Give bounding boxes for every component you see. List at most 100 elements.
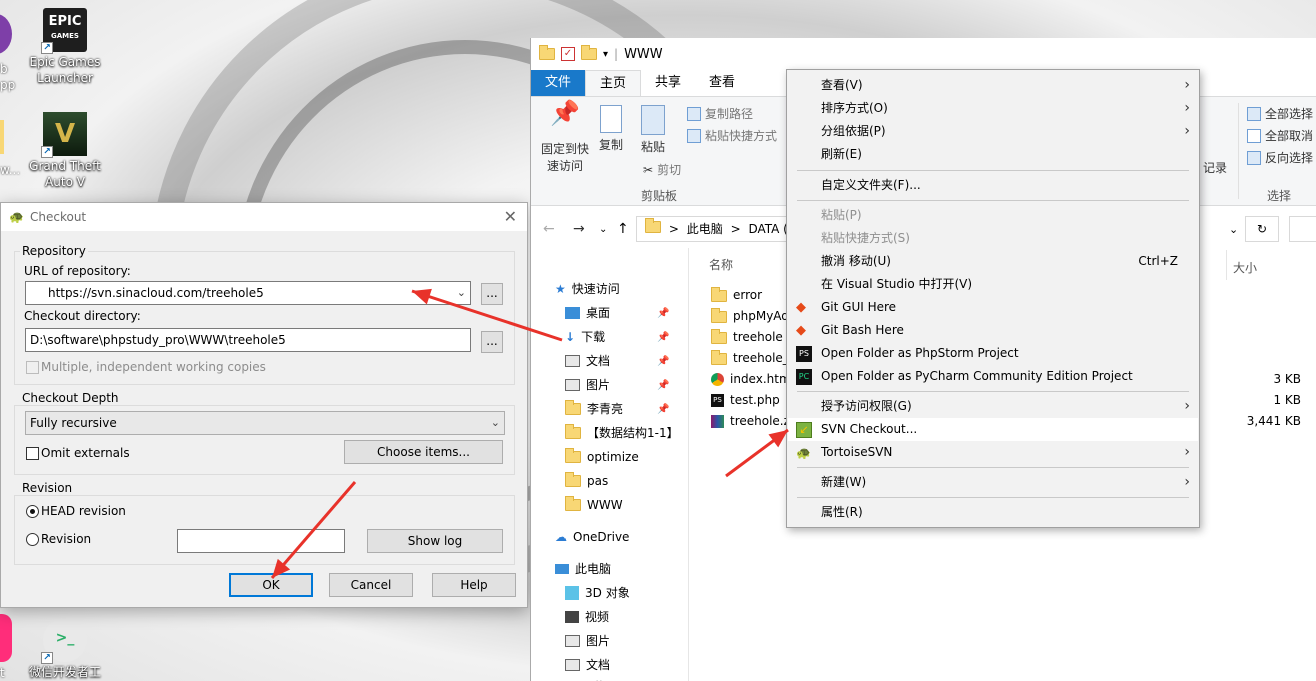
menu-item-svn-checkout[interactable]: ↙ SVN Checkout... — [788, 418, 1198, 441]
menu-item-paste[interactable]: 粘贴(P) — [788, 204, 1198, 227]
url-browse-button[interactable]: ... — [481, 283, 503, 305]
partial-app-icon[interactable] — [0, 614, 12, 662]
omit-externals-label: Omit externals — [41, 446, 130, 460]
nav-quick-access[interactable]: ★ 快速访问 — [555, 278, 620, 300]
invert-selection-icon — [1247, 150, 1261, 165]
menu-item-paste-shortcut[interactable]: 粘贴快捷方式(S) — [788, 227, 1198, 250]
ok-button[interactable]: OK — [229, 573, 313, 597]
menu-item-sort-by[interactable]: 排序方式(O) › — [788, 97, 1198, 120]
nav-item-pc-downloads[interactable]: ↓下载 — [565, 676, 605, 681]
copy-button[interactable]: 复制 — [595, 105, 627, 154]
tab-file[interactable]: 文件 — [531, 70, 586, 96]
menu-item-view[interactable]: 查看(V) › — [788, 74, 1198, 97]
list-item[interactable]: treehole — [711, 327, 783, 348]
tab-share[interactable]: 共享 — [641, 70, 695, 96]
search-box[interactable] — [1289, 216, 1316, 242]
url-combobox[interactable]: https://svn.sinacloud.com/treehole5 ⌄ — [25, 281, 471, 305]
chevron-down-icon[interactable]: ⌄ — [599, 224, 607, 235]
menu-item-undo-move[interactable]: 撤消 移动(U) Ctrl+Z — [788, 250, 1198, 273]
new-folder-icon[interactable] — [581, 45, 597, 60]
list-item[interactable]: PS test.php — [711, 390, 780, 411]
menu-item-new[interactable]: 新建(W) › — [788, 471, 1198, 494]
properties-icon[interactable]: ✓ — [561, 47, 575, 61]
invert-selection-button[interactable]: 反向选择 — [1247, 149, 1313, 166]
nav-this-pc[interactable]: 此电脑 — [555, 558, 611, 580]
cut-button[interactable]: ✂ 剪切 — [643, 161, 681, 178]
nav-item-folder[interactable]: optimize — [565, 446, 639, 468]
pane-splitter[interactable] — [688, 248, 689, 681]
column-header-name[interactable]: 名称 — [709, 256, 733, 273]
copy-path-button[interactable]: 复制路径 — [687, 105, 753, 122]
menu-item-properties[interactable]: 属性(R) — [788, 501, 1198, 524]
nav-item-folder[interactable]: pas — [565, 470, 608, 492]
menu-item-grant-access[interactable]: 授予访问权限(G) › — [788, 395, 1198, 418]
nav-item-pictures[interactable]: 图片 — [565, 374, 610, 396]
chevron-down-icon[interactable]: ⌄ — [491, 412, 500, 434]
nav-item-videos[interactable]: 视频 — [565, 606, 609, 628]
multiple-copies-checkbox[interactable] — [26, 361, 39, 374]
up-icon[interactable]: ↑ — [617, 221, 629, 237]
revision-radio[interactable] — [26, 533, 39, 546]
pin-quick-access-button[interactable]: 📌 固定到快 速访问 — [537, 101, 593, 175]
list-item[interactable]: treehole.z — [711, 411, 790, 432]
back-icon[interactable]: ← — [543, 221, 555, 237]
nav-item-folder[interactable]: 【数据结构1-1】 — [565, 422, 679, 444]
menu-item-refresh[interactable]: 刷新(E) — [788, 143, 1198, 166]
show-log-button[interactable]: Show log — [367, 529, 503, 553]
paste-button[interactable]: 粘贴 — [637, 105, 669, 156]
select-all-button[interactable]: 全部选择 — [1247, 105, 1313, 122]
nav-onedrive[interactable]: ☁ OneDrive — [555, 526, 629, 548]
nav-item-pc-pictures[interactable]: 图片 — [565, 630, 610, 652]
forward-icon[interactable]: → — [573, 221, 585, 237]
nav-item-folder[interactable]: 李青亮 — [565, 398, 623, 420]
chevron-down-icon[interactable]: ⌄ — [457, 282, 466, 304]
breadcrumb-this-pc[interactable]: 此电脑 — [687, 222, 723, 236]
list-item[interactable]: index.htm — [711, 369, 791, 390]
menu-item-pycharm[interactable]: PC Open Folder as PyCharm Community Editi… — [788, 365, 1198, 388]
menu-item-group-by[interactable]: 分组依据(P) › — [788, 120, 1198, 143]
address-dropdown-icon[interactable]: ⌄ — [1229, 223, 1238, 236]
nav-item-desktop[interactable]: 桌面 — [565, 302, 610, 324]
desktop-icon-gta[interactable]: V ↗ Grand Theft Auto V — [25, 112, 105, 190]
nav-item-downloads[interactable]: ↓ 下载 — [565, 326, 605, 348]
nav-item-documents[interactable]: 文档 — [565, 350, 610, 372]
list-item[interactable]: error — [711, 285, 762, 306]
revision-input[interactable] — [177, 529, 345, 553]
tortoisesvn-icon: 🐢 — [9, 210, 24, 224]
list-item[interactable]: phpMyAd — [711, 306, 789, 327]
help-button[interactable]: Help — [432, 573, 516, 597]
cancel-button[interactable]: Cancel — [329, 573, 413, 597]
quick-access-toolbar: ✓ ▾ | WWW — [531, 38, 1316, 70]
refresh-icon[interactable]: ↻ — [1245, 216, 1279, 242]
menu-item-customize-folder[interactable]: 自定义文件夹(F)... — [788, 174, 1198, 197]
nav-item-3d-objects[interactable]: 3D 对象 — [565, 582, 630, 604]
nav-item-folder[interactable]: WWW — [565, 494, 623, 516]
menu-item-phpstorm[interactable]: PS Open Folder as PhpStorm Project — [788, 342, 1198, 365]
qat-dropdown-icon[interactable]: ▾ — [603, 49, 608, 60]
omit-externals-checkbox[interactable] — [26, 447, 39, 460]
menu-item-git-bash[interactable]: ◆ Git Bash Here — [788, 319, 1198, 342]
partial-app-icon[interactable] — [0, 14, 12, 54]
choose-items-button[interactable]: Choose items... — [344, 440, 503, 464]
head-revision-radio[interactable] — [26, 505, 39, 518]
depth-dropdown[interactable]: Fully recursive ⌄ — [25, 411, 505, 435]
desktop-icon-wechat-devtools[interactable]: >_ ↗ 微信开发者工 — [25, 618, 105, 680]
list-item[interactable]: treehole_s — [711, 348, 795, 369]
history-button[interactable]: 记录 — [1203, 159, 1227, 176]
dir-browse-button[interactable]: ... — [481, 331, 503, 353]
desktop-icon-epic-games[interactable]: EPIC GAMES ↗ Epic Games Launcher — [25, 8, 105, 86]
partial-folder-icon[interactable] — [0, 120, 4, 154]
dialog-titlebar[interactable]: 🐢 Checkout — [1, 203, 527, 231]
pin-icon: 📌 — [657, 332, 670, 343]
tab-view[interactable]: 查看 — [695, 70, 749, 96]
close-icon[interactable]: ✕ — [504, 207, 517, 226]
menu-item-tortoisesvn[interactable]: 🐢 TortoiseSVN › — [788, 441, 1198, 464]
menu-item-git-gui[interactable]: ◆ Git GUI Here — [788, 296, 1198, 319]
checkout-dir-input[interactable]: D:\software\phpstudy_pro\WWW\treehole5 — [25, 328, 471, 352]
nav-item-pc-documents[interactable]: 文档 — [565, 654, 610, 676]
column-header-size[interactable]: 大小 — [1233, 259, 1257, 276]
menu-item-open-visual-studio[interactable]: 在 Visual Studio 中打开(V) — [788, 273, 1198, 296]
tab-home[interactable]: 主页 — [585, 70, 642, 96]
select-none-button[interactable]: 全部取消 — [1247, 127, 1313, 144]
paste-shortcut-button[interactable]: 粘贴快捷方式 — [687, 127, 777, 144]
